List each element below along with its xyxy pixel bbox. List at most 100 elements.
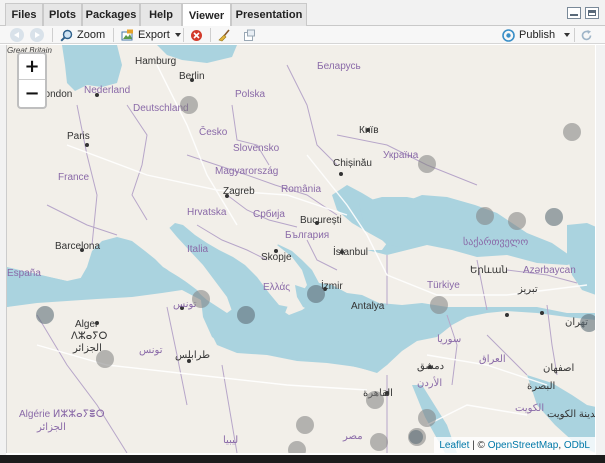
map-marker[interactable] <box>237 306 255 324</box>
map-label: Skopje <box>261 252 292 263</box>
pane-right-edge <box>596 45 605 455</box>
tab-files[interactable]: Files <box>5 3 43 26</box>
map-label: Alger <box>75 319 99 330</box>
map-marker[interactable] <box>508 212 526 230</box>
map-label: Беларусь <box>317 61 361 72</box>
map-marker[interactable] <box>418 155 436 173</box>
zoom-button[interactable]: Zoom <box>60 27 105 43</box>
map-label: مصر <box>342 431 363 442</box>
map-label: España <box>7 268 41 279</box>
tab-packages-label: Packages <box>85 9 137 21</box>
map-label: Україна <box>383 150 419 161</box>
publish-menu-button[interactable]: Publish <box>502 27 571 43</box>
map-label: Србија <box>253 208 285 220</box>
map-marker[interactable] <box>545 208 563 226</box>
tab-files-label: Files <box>11 9 37 21</box>
leaflet-map[interactable]: Great Britain Hamburg Berlin Беларусь Lo… <box>6 45 595 453</box>
back-button[interactable] <box>10 27 24 43</box>
clear-all-button[interactable] <box>218 27 235 43</box>
map-label: تونس <box>139 345 163 356</box>
maximize-pane-button[interactable] <box>585 7 599 19</box>
show-in-window-button[interactable] <box>243 27 260 43</box>
tab-presentation-label: Presentation <box>235 9 303 21</box>
publish-icon <box>502 28 515 42</box>
pane-tab-bar: Files Plots Packages Help Viewer Present… <box>0 0 605 27</box>
viewer-toolbar: Zoom Export Publish <box>0 26 605 44</box>
map-label: Hamburg <box>135 56 176 67</box>
map-label: İzmir <box>321 279 343 292</box>
zoom-out-button[interactable]: − <box>19 80 45 106</box>
map-marker[interactable] <box>370 433 388 451</box>
odbl-link[interactable]: ODbL <box>564 440 590 451</box>
map-label: Antalya <box>351 301 385 312</box>
broom-icon <box>218 28 230 41</box>
map-label: България <box>285 230 329 241</box>
tab-help[interactable]: Help <box>140 3 182 26</box>
map-label: ليبيا <box>223 435 238 446</box>
map-label: Barcelona <box>55 241 100 252</box>
map-label: العراق <box>479 354 506 365</box>
map-label: Polska <box>235 89 265 100</box>
map-label: Algérie ⵍⵣⵣⴰⵢⴻⵔ <box>19 409 105 420</box>
map-label: سوريا <box>437 334 461 345</box>
tab-plots[interactable]: Plots <box>43 3 82 26</box>
zoom-in-button[interactable]: + <box>19 54 45 80</box>
map-label: București <box>300 215 342 226</box>
arrow-right-icon <box>30 28 44 42</box>
tab-viewer[interactable]: Viewer <box>182 3 231 27</box>
map-attribution: Leaflet | © OpenStreetMap , ODbL <box>434 437 595 453</box>
map-marker[interactable] <box>180 96 198 114</box>
minimize-pane-button[interactable] <box>567 7 581 19</box>
map-marker[interactable] <box>296 416 314 434</box>
map-label: دمشق <box>417 361 444 372</box>
map-label: Italia <box>187 244 209 255</box>
map-label: România <box>281 184 321 195</box>
window-popout-icon <box>244 29 255 41</box>
map-marker[interactable] <box>409 430 423 444</box>
map-label: الأردن <box>417 377 442 389</box>
map-label: البصرة <box>527 381 555 392</box>
map-tiles: Great Britain Hamburg Berlin Беларусь Lo… <box>7 45 595 453</box>
map-label: France <box>58 172 90 183</box>
map-label: Azərbaycan <box>523 265 576 276</box>
map-marker[interactable] <box>430 296 448 314</box>
tab-help-label: Help <box>149 9 173 21</box>
map-label: Ελλάς <box>263 281 290 293</box>
stop-icon <box>191 29 202 41</box>
map-zoom-control: + − <box>17 52 47 109</box>
toolbar-divider <box>113 28 114 42</box>
map-marker[interactable] <box>418 409 436 427</box>
tab-packages[interactable]: Packages <box>82 3 140 26</box>
taskbar-strip <box>0 455 605 463</box>
map-marker[interactable] <box>307 285 325 303</box>
tab-plots-label: Plots <box>49 9 76 21</box>
map-label: مدينة الكويت <box>547 409 595 420</box>
map-label: تبریز <box>517 284 538 295</box>
attribution-separator: | © <box>469 439 488 451</box>
refresh-viewer-button[interactable] <box>580 27 597 43</box>
map-marker[interactable] <box>366 391 384 409</box>
tab-presentation[interactable]: Presentation <box>231 3 307 26</box>
export-menu-button[interactable]: Export <box>121 27 181 43</box>
map-marker[interactable] <box>36 306 54 324</box>
map-label: ⴷⵣⴰⵢⵔ <box>71 331 108 342</box>
map-label: Chișinău <box>333 158 372 169</box>
map-marker[interactable] <box>476 207 494 225</box>
minus-icon: − <box>24 82 40 104</box>
toolbar-divider <box>183 28 184 42</box>
map-marker[interactable] <box>96 350 114 368</box>
arrow-left-icon <box>10 28 24 42</box>
map-marker[interactable] <box>563 123 581 141</box>
map-marker[interactable] <box>192 290 210 308</box>
map-label: Київ <box>359 125 379 136</box>
map-label: Zagreb <box>223 186 255 197</box>
publish-label: Publish <box>519 29 556 41</box>
map-label: الجزائر <box>72 343 102 354</box>
forward-button[interactable] <box>30 27 44 43</box>
leaflet-link[interactable]: Leaflet <box>439 440 469 451</box>
refresh-icon <box>581 29 592 40</box>
map-label: Magyarország <box>215 166 278 177</box>
clear-viewer-button[interactable] <box>190 27 207 43</box>
toolbar-divider <box>574 28 575 42</box>
osm-link[interactable]: OpenStreetMap <box>488 440 559 451</box>
